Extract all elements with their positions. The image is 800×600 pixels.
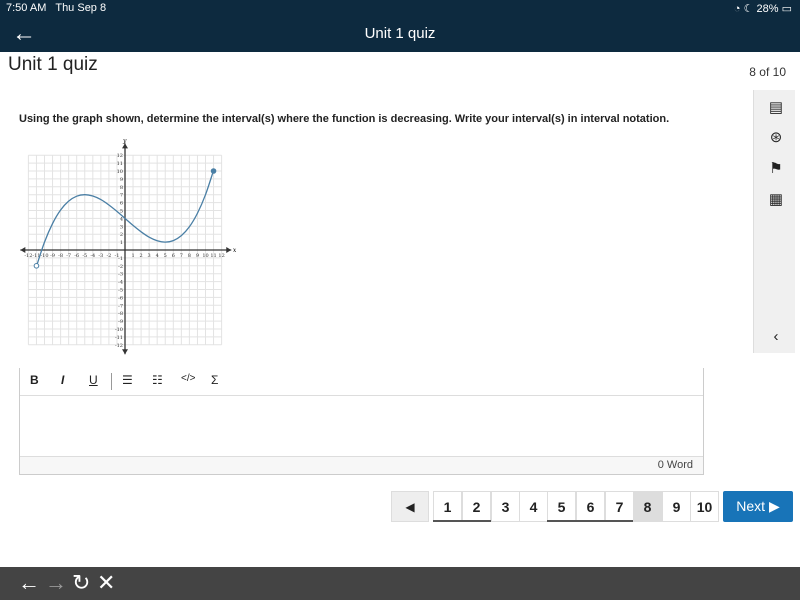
open-endpoint: [33, 263, 40, 269]
x-tick-label: 12: [218, 253, 224, 259]
x-tick-label: 10: [202, 253, 208, 259]
y-tick-label: 1: [120, 240, 123, 246]
close-icon[interactable]: ✕: [97, 570, 115, 596]
y-tick-label: -1: [118, 256, 123, 262]
y-tick-label: 4: [120, 216, 123, 222]
x-tick-label: 2: [140, 253, 143, 259]
y-tick-label: -9: [118, 319, 123, 325]
y-axis-arrow: [122, 349, 128, 355]
bold-button[interactable]: B: [30, 373, 39, 387]
previous-button[interactable]: ◀: [391, 491, 429, 522]
y-tick-label: -10: [115, 327, 123, 333]
toolbar-divider: [111, 373, 112, 390]
x-tick-label: 6: [172, 253, 175, 259]
x-tick-label: -6: [74, 253, 79, 259]
answered-indicator: [433, 520, 491, 522]
x-tick-label: -3: [98, 253, 103, 259]
page-button-4[interactable]: 4: [519, 491, 548, 522]
equation-button[interactable]: Σ: [211, 373, 218, 387]
page-button-5[interactable]: 5: [547, 491, 576, 522]
y-tick-label: 8: [120, 185, 123, 191]
x-tick-label: 3: [148, 253, 151, 259]
x-tick-label: -4: [90, 253, 95, 259]
y-tick-label: -7: [118, 303, 123, 309]
page-button-2[interactable]: 2: [462, 491, 491, 522]
browser-toolbar: ← → ↻ ✕: [0, 567, 800, 600]
x-tick-label: 1: [131, 253, 134, 259]
y-tick-label: 9: [120, 177, 123, 183]
x-axis-arrow: [226, 247, 232, 253]
browser-back-icon[interactable]: ←: [18, 570, 40, 596]
x-tick-label: 9: [196, 253, 199, 259]
reload-icon[interactable]: ↻: [72, 570, 90, 596]
page-button-1[interactable]: 1: [433, 491, 462, 522]
x-tick-label: -5: [82, 253, 87, 259]
page-button-8[interactable]: 8: [633, 491, 662, 522]
y-tick-label: 2: [120, 232, 123, 238]
y-axis-label: y: [122, 138, 127, 145]
y-tick-label: 11: [117, 161, 123, 167]
y-tick-label: -2: [118, 264, 123, 270]
x-tick-label: -7: [66, 253, 71, 259]
y-tick-label: 12: [117, 153, 123, 159]
editor-toolbar: B I U ☰ ☷ </> Σ: [20, 368, 703, 396]
page-button-9[interactable]: 9: [662, 491, 691, 522]
y-tick-label: 7: [120, 193, 123, 199]
x-tick-label: -2: [106, 253, 111, 259]
x-tick-label: 11: [210, 253, 216, 259]
y-tick-label: 3: [120, 224, 123, 230]
page-button-10[interactable]: 10: [690, 491, 719, 522]
x-tick-label: 4: [156, 253, 159, 259]
x-tick-label: -8: [58, 253, 63, 259]
y-tick-label: -5: [118, 288, 123, 294]
numbered-list-button[interactable]: ☷: [152, 373, 163, 387]
y-tick-label: -3: [118, 272, 123, 278]
y-tick-label: 10: [117, 169, 123, 175]
answered-indicator: [547, 520, 633, 522]
answer-textarea[interactable]: [20, 396, 703, 456]
y-tick-label: 6: [120, 201, 123, 207]
x-tick-label: 7: [180, 253, 183, 259]
y-tick-label: -6: [118, 295, 123, 301]
y-tick-label: -11: [115, 335, 123, 341]
next-button[interactable]: Next ▶: [723, 491, 793, 522]
browser-forward-icon[interactable]: →: [45, 570, 67, 596]
x-tick-label: 5: [164, 253, 167, 259]
answer-editor: B I U ☰ ☷ </> Σ 0 Word: [19, 368, 704, 475]
y-tick-label: -12: [115, 343, 123, 349]
code-button[interactable]: </>: [181, 373, 195, 384]
bullet-list-button[interactable]: ☰: [122, 373, 133, 387]
page-button-6[interactable]: 6: [576, 491, 605, 522]
page-button-7[interactable]: 7: [605, 491, 634, 522]
x-tick-label: 8: [188, 253, 191, 259]
underline-button[interactable]: U: [89, 373, 98, 387]
x-tick-label: -10: [40, 253, 48, 259]
x-tick-label: -9: [50, 253, 55, 259]
y-tick-label: -8: [118, 311, 123, 317]
x-axis-label: x: [233, 247, 237, 254]
x-tick-label: -12: [24, 253, 32, 259]
y-tick-label: -4: [118, 280, 123, 286]
closed-endpoint: [210, 168, 217, 174]
word-count: 0 Word: [20, 456, 703, 474]
italic-button[interactable]: I: [61, 373, 64, 387]
page-button-3[interactable]: 3: [491, 491, 520, 522]
